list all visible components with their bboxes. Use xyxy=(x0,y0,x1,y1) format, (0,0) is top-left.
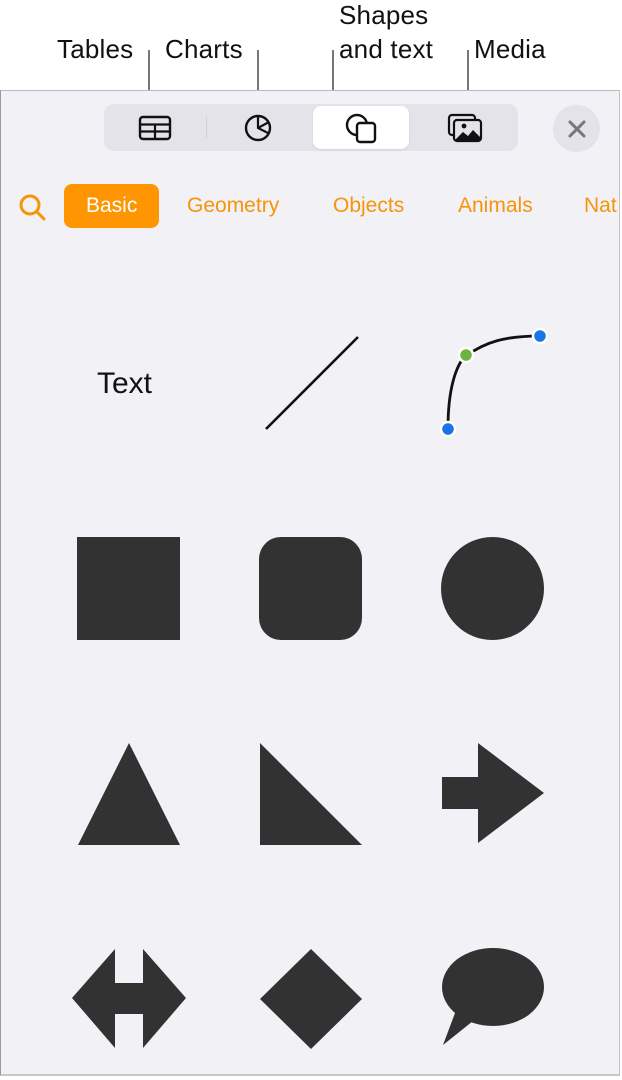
callout-shapes-line2: and text xyxy=(339,34,434,64)
tab-media[interactable] xyxy=(417,106,513,149)
category-basic[interactable]: Basic xyxy=(64,184,160,228)
segment-divider xyxy=(206,116,207,138)
curve-mid-handle xyxy=(457,346,475,364)
category-geometry[interactable]: Geometry xyxy=(165,184,301,228)
pie-chart-icon xyxy=(244,114,272,141)
photos-icon xyxy=(447,113,483,142)
shape-text[interactable]: Text xyxy=(97,367,152,401)
curve-end-handle xyxy=(439,420,457,438)
close-button[interactable] xyxy=(553,105,600,152)
search-icon[interactable] xyxy=(16,192,50,226)
shape-diamond[interactable] xyxy=(259,947,363,1051)
shape-category-bar: Basic Geometry Objects Animals Nat xyxy=(0,182,620,230)
shape-curve[interactable] xyxy=(430,320,560,445)
shape-line[interactable] xyxy=(260,330,366,436)
callout-media: Media xyxy=(474,34,546,64)
shape-arrow-right[interactable] xyxy=(441,742,545,846)
callout-shapes-line1: Shapes xyxy=(339,0,429,30)
shape-square[interactable] xyxy=(77,537,180,640)
close-icon xyxy=(568,120,585,137)
tab-charts[interactable] xyxy=(210,106,306,149)
category-nature[interactable]: Nat xyxy=(562,184,620,228)
table-icon xyxy=(138,115,172,140)
callout-charts: Charts xyxy=(165,34,243,64)
shape-triangle[interactable] xyxy=(77,742,181,846)
shape-right-triangle[interactable] xyxy=(259,742,363,846)
insert-type-segmented-control xyxy=(104,104,518,151)
curve-start-handle xyxy=(531,327,549,345)
tab-tables[interactable] xyxy=(107,106,203,149)
category-animals[interactable]: Animals xyxy=(436,184,555,228)
tab-shapes-and-text[interactable] xyxy=(313,106,409,149)
shape-circle[interactable] xyxy=(441,537,544,640)
shapes-icon xyxy=(345,113,377,143)
shape-rounded-square[interactable] xyxy=(259,537,362,640)
callout-tables: Tables xyxy=(57,34,134,64)
shape-double-arrow[interactable] xyxy=(70,947,188,1051)
category-objects[interactable]: Objects xyxy=(311,184,426,228)
shape-speech-bubble[interactable] xyxy=(441,947,545,1051)
